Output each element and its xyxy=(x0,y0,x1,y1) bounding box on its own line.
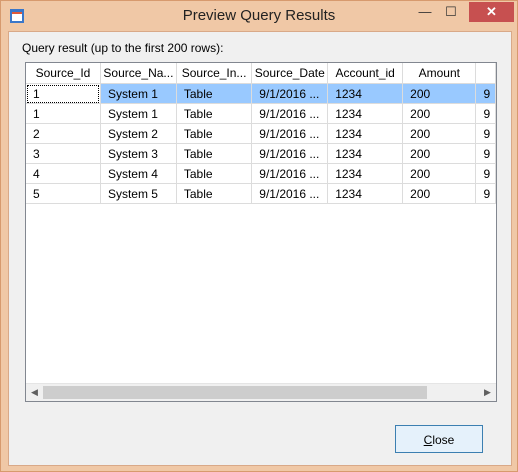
table-cell[interactable]: 4 xyxy=(26,163,101,184)
table-cell[interactable]: 9/1/2016 ... xyxy=(251,103,329,124)
table-cell[interactable]: 9/1/2016 ... xyxy=(251,183,329,204)
table-cell[interactable]: 200 xyxy=(402,123,477,144)
dialog-window: Preview Query Results — ☐ ✕ Query result… xyxy=(0,0,518,472)
column-header[interactable]: Source_Id xyxy=(26,63,101,84)
table-cell[interactable]: 9/1/2016 ... xyxy=(251,123,329,144)
table-cell[interactable]: 1234 xyxy=(327,83,404,104)
column-header[interactable]: Source_Na... xyxy=(100,63,177,84)
column-header[interactable]: Source_Date xyxy=(251,63,329,84)
table-cell[interactable]: 1234 xyxy=(327,183,404,204)
table-cell[interactable]: 9 xyxy=(475,123,496,144)
table-cell[interactable]: System 3 xyxy=(100,143,177,164)
column-header[interactable]: Source_In... xyxy=(176,63,253,84)
table-cell[interactable]: Table xyxy=(176,163,253,184)
table-cell[interactable]: 9 xyxy=(475,103,496,124)
table-cell[interactable]: Table xyxy=(176,83,253,104)
table-cell[interactable]: 1234 xyxy=(327,143,404,164)
scroll-right-arrow-icon[interactable]: ▶ xyxy=(479,384,496,401)
close-button[interactable]: Close xyxy=(395,425,483,453)
header-row: Source_Id Source_Na... Source_In... Source_… xyxy=(26,63,496,84)
table-cell[interactable]: Table xyxy=(176,183,253,204)
table-cell[interactable]: 9/1/2016 ... xyxy=(251,163,329,184)
table-cell[interactable]: Table xyxy=(176,143,253,164)
column-header[interactable] xyxy=(475,63,496,84)
results-grid[interactable]: Source_Id Source_Na... Source_In... Source_… xyxy=(25,62,497,402)
close-window-button[interactable]: ✕ xyxy=(469,2,514,22)
scrollbar-thumb[interactable] xyxy=(43,386,427,399)
scroll-left-arrow-icon[interactable]: ◀ xyxy=(26,384,43,401)
minimize-button[interactable]: — xyxy=(412,2,438,22)
results-table: Source_Id Source_Na... Source_In... Source_… xyxy=(26,63,496,204)
table-cell[interactable]: 9 xyxy=(475,183,496,204)
table-cell[interactable]: 200 xyxy=(402,183,477,204)
table-cell[interactable]: Table xyxy=(176,103,253,124)
maximize-button[interactable]: ☐ xyxy=(438,2,464,22)
table-cell[interactable]: 9 xyxy=(475,143,496,164)
table-row[interactable]: 2 System 2 Table 9/1/2016 ... 1234 200 9 xyxy=(26,123,496,144)
column-header[interactable]: Account_id xyxy=(327,63,404,84)
table-cell[interactable]: System 1 xyxy=(100,103,177,124)
table-cell[interactable]: 1 xyxy=(26,103,101,124)
table-cell[interactable]: System 2 xyxy=(100,123,177,144)
close-button-label: lose xyxy=(432,433,455,447)
table-cell[interactable]: 9 xyxy=(475,83,496,104)
table-row[interactable]: 4 System 4 Table 9/1/2016 ... 1234 200 9 xyxy=(26,163,496,184)
table-cell[interactable]: 9/1/2016 ... xyxy=(251,143,329,164)
table-cell[interactable]: 1 xyxy=(26,83,101,104)
table-row[interactable]: 3 System 3 Table 9/1/2016 ... 1234 200 9 xyxy=(26,143,496,164)
table-cell[interactable]: 9 xyxy=(475,163,496,184)
table-cell[interactable]: 1234 xyxy=(327,103,404,124)
table-row[interactable]: 1 System 1 Table 9/1/2016 ... 1234 200 9 xyxy=(26,83,496,104)
table-cell[interactable]: 200 xyxy=(402,143,477,164)
table-cell[interactable]: Table xyxy=(176,123,253,144)
table-cell[interactable]: 1234 xyxy=(327,123,404,144)
table-cell[interactable]: 5 xyxy=(26,183,101,204)
table-cell[interactable]: System 1 xyxy=(100,83,177,104)
table-cell[interactable]: System 4 xyxy=(100,163,177,184)
column-header[interactable]: Amount xyxy=(402,63,477,84)
table-cell[interactable]: 2 xyxy=(26,123,101,144)
table-cell[interactable]: 200 xyxy=(402,83,477,104)
table-row[interactable]: 1 System 1 Table 9/1/2016 ... 1234 200 9 xyxy=(26,103,496,124)
horizontal-scrollbar[interactable]: ◀ ▶ xyxy=(26,383,496,401)
table-cell[interactable]: 200 xyxy=(402,103,477,124)
table-cell[interactable]: 9/1/2016 ... xyxy=(251,83,329,104)
table-cell[interactable]: 200 xyxy=(402,163,477,184)
table-cell[interactable]: 1234 xyxy=(327,163,404,184)
table-row[interactable]: 5 System 5 Table 9/1/2016 ... 1234 200 9 xyxy=(26,183,496,204)
title-bar[interactable]: Preview Query Results — ☐ ✕ xyxy=(1,1,517,31)
grid-caption: Query result (up to the first 200 rows): xyxy=(22,41,224,55)
dialog-body: Query result (up to the first 200 rows):… xyxy=(8,31,512,466)
table-cell[interactable]: 3 xyxy=(26,143,101,164)
table-cell[interactable]: System 5 xyxy=(100,183,177,204)
